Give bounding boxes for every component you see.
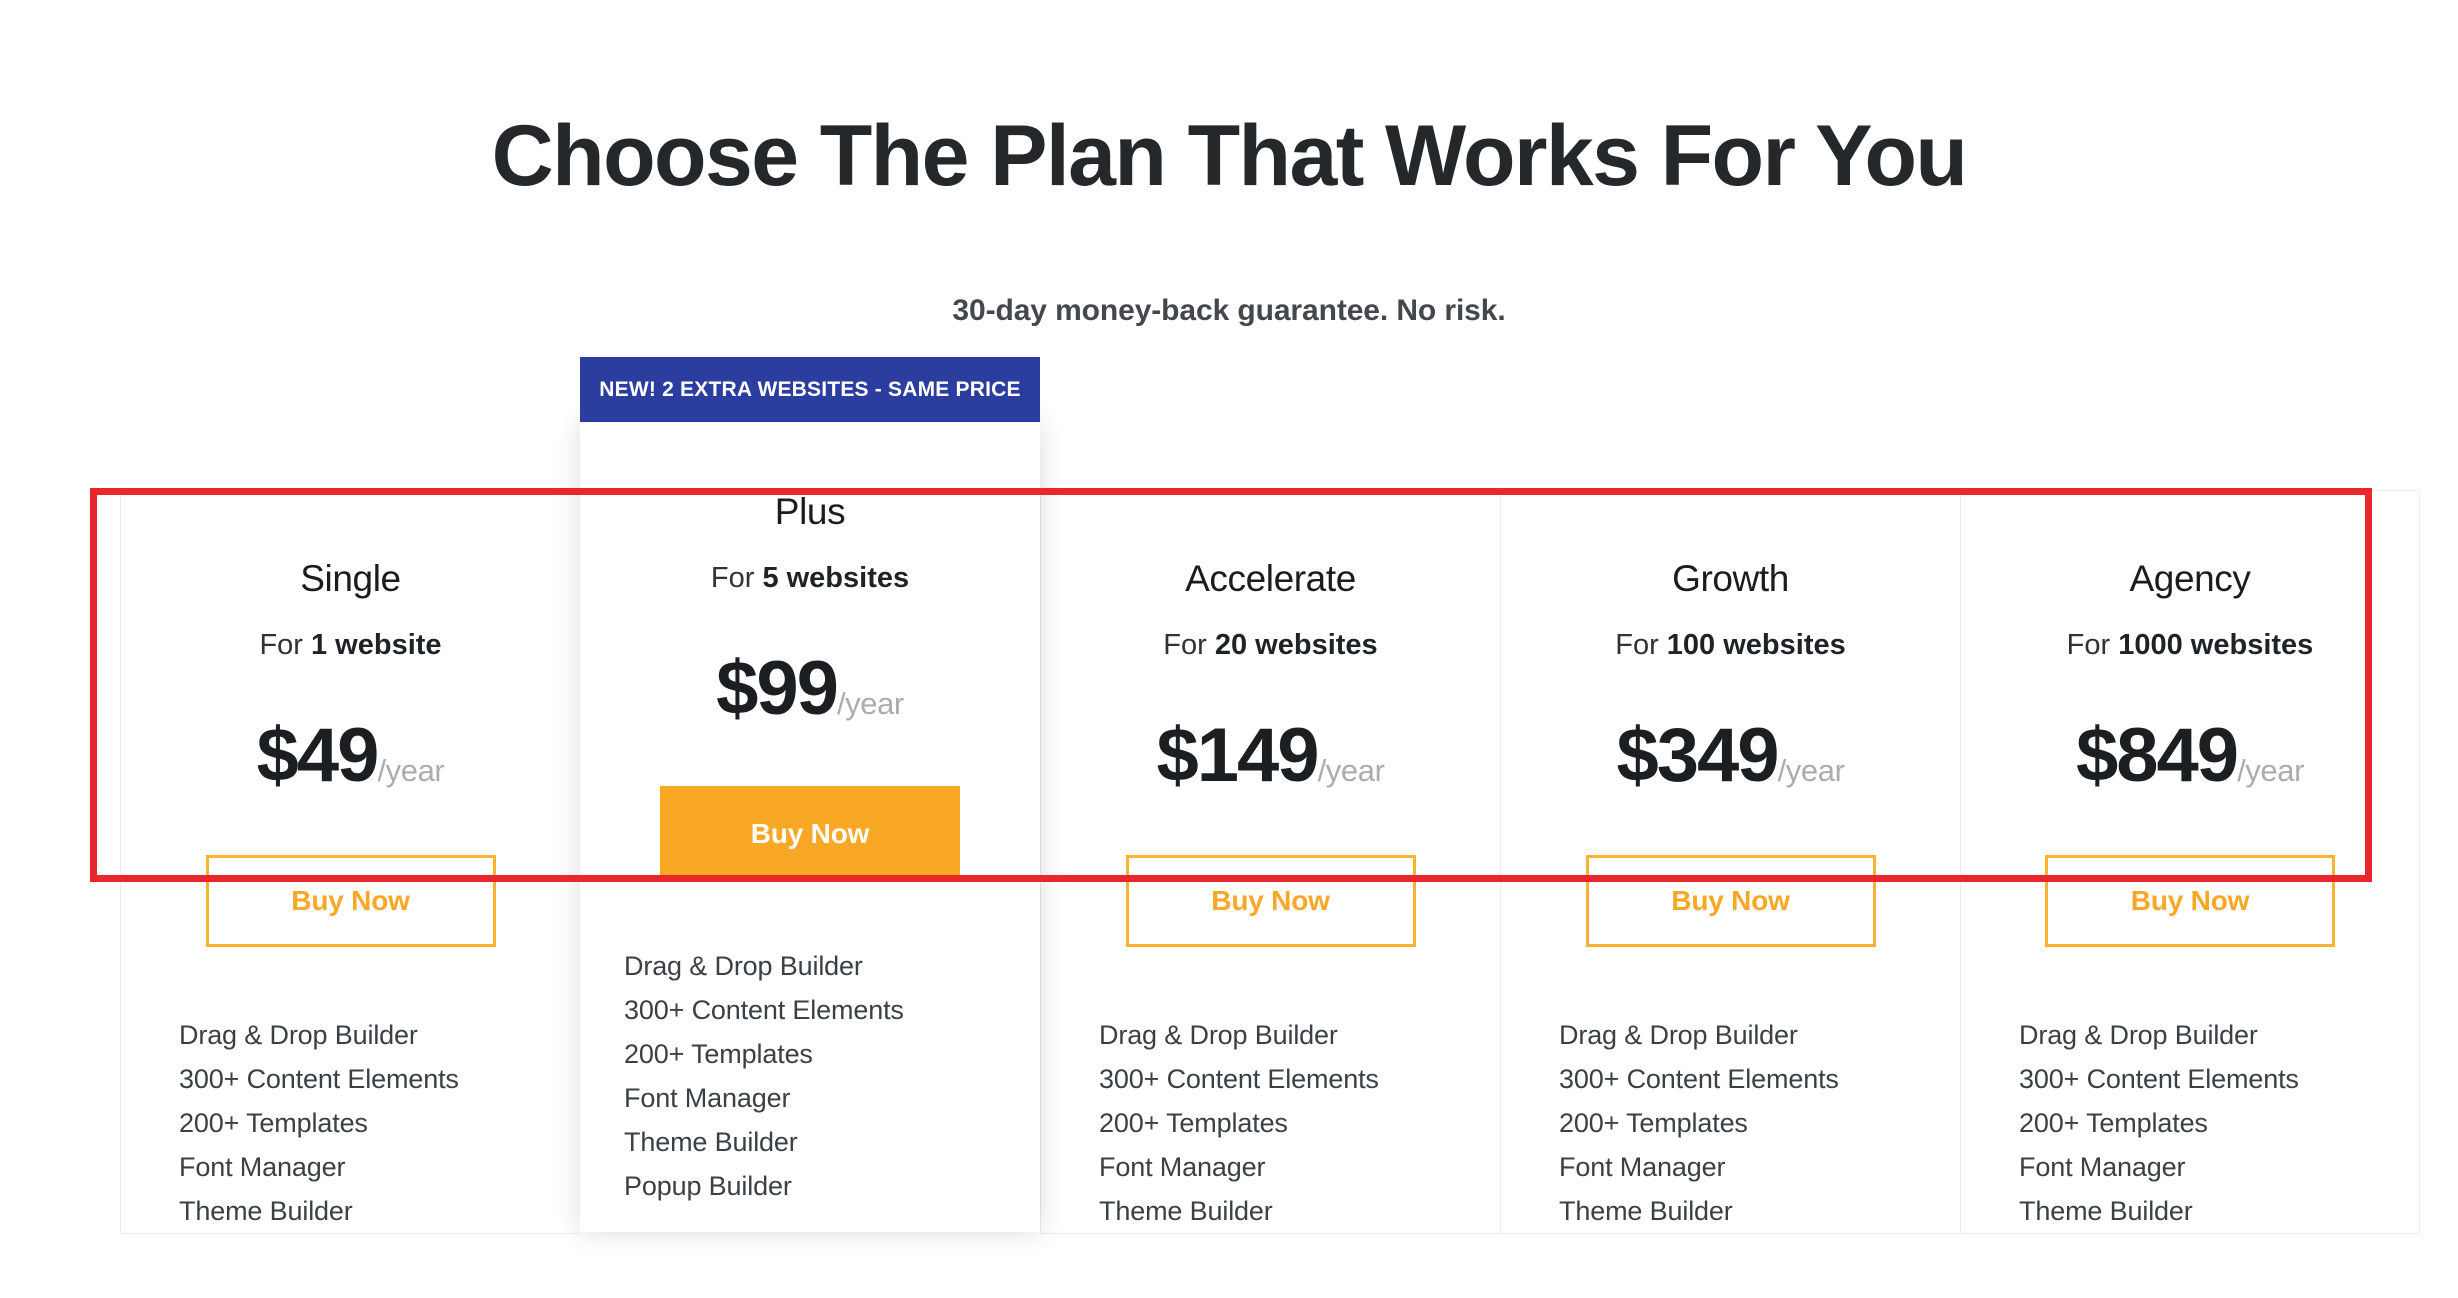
plan-site-count: For 20 websites — [1041, 627, 1500, 663]
plan-card-growth: Growth For 100 websites $349/year Buy Now Dr… — [1500, 490, 1960, 1234]
feature-item: 200+ Templates — [624, 1039, 813, 1069]
feature-item: 300+ Content Elements — [1559, 1064, 1839, 1094]
feature-item: 300+ Content Elements — [2019, 1064, 2299, 1094]
plan-price: $849/year — [1961, 715, 2419, 797]
plan-name: Agency — [2129, 558, 2251, 599]
feature-item: Drag & Drop Builder — [2019, 1020, 2258, 1050]
plan-price: $149/year — [1041, 715, 1500, 797]
plan-card-agency: Agency For 1000 websites $849/year Buy Now D… — [1960, 490, 2420, 1234]
plan-price: $99/year — [580, 648, 1040, 730]
plan-price-period: /year — [1317, 753, 1385, 788]
buy-now-button-growth[interactable]: Buy Now — [1585, 855, 1876, 947]
buy-now-button-plus[interactable]: Buy Now — [660, 786, 960, 882]
buy-now-button-single[interactable]: Buy Now — [205, 855, 496, 947]
plan-price-period: /year — [836, 686, 904, 721]
feature-item: Theme Builder — [1559, 1196, 1733, 1226]
buy-button-wrap: Buy Now — [121, 855, 580, 947]
plan-site-prefix: For — [259, 629, 311, 661]
buy-now-button-accelerate[interactable]: Buy Now — [1125, 855, 1416, 947]
feature-item: Font Manager — [2019, 1152, 2186, 1182]
feature-list: Drag & Drop Builder 300+ Content Elements… — [121, 1013, 580, 1233]
plan-price: $49/year — [121, 715, 580, 797]
plan-name: Growth — [1672, 558, 1789, 599]
feature-item: Popup Builder — [624, 1171, 792, 1201]
feature-item: 200+ Templates — [1559, 1108, 1748, 1138]
header-block: Choose The Plan That Works For You — [0, 108, 2458, 204]
buy-button-wrap: Buy Now — [1961, 855, 2419, 947]
feature-item: Drag & Drop Builder — [624, 951, 863, 981]
feature-item: Theme Builder — [1099, 1196, 1273, 1226]
plan-site-value: 5 websites — [762, 562, 910, 594]
feature-item: 300+ Content Elements — [1099, 1064, 1379, 1094]
buy-button-wrap: Buy Now — [580, 786, 1040, 882]
plan-price-period: /year — [377, 753, 445, 788]
feature-item: Drag & Drop Builder — [179, 1020, 418, 1050]
plan-name: Plus — [774, 491, 846, 532]
plan-price-amount: $49 — [256, 713, 380, 798]
feature-item: 200+ Templates — [1099, 1108, 1288, 1138]
featured-badge: NEW! 2 EXTRA WEBSITES - SAME PRICE — [580, 357, 1040, 422]
plan-site-count: For 5 websites — [580, 560, 1040, 596]
buy-button-wrap: Buy Now — [1041, 855, 1500, 947]
feature-item: 200+ Templates — [2019, 1108, 2208, 1138]
feature-item: Font Manager — [624, 1083, 791, 1113]
feature-list: Drag & Drop Builder 300+ Content Elements… — [1961, 1013, 2419, 1233]
feature-item: 300+ Content Elements — [179, 1064, 459, 1094]
plan-price-period: /year — [1777, 753, 1845, 788]
feature-item: Drag & Drop Builder — [1559, 1020, 1798, 1050]
feature-item: Drag & Drop Builder — [1099, 1020, 1338, 1050]
plan-price-amount: $149 — [1156, 713, 1320, 798]
plan-site-value: 20 websites — [1214, 629, 1378, 661]
plan-name: Accelerate — [1185, 558, 1356, 599]
feature-item: Theme Builder — [624, 1127, 798, 1157]
plan-card-accelerate: Accelerate For 20 websites $149/year Buy No… — [1040, 490, 1500, 1234]
feature-item: Theme Builder — [2019, 1196, 2193, 1226]
pricing-table: Single For 1 website $49/year Buy Now Drag &… — [120, 357, 2420, 1298]
plan-site-count: For 1 website — [121, 627, 580, 663]
page-subtitle: 30-day money-back guarantee. No risk. — [952, 294, 1506, 327]
feature-list: Drag & Drop Builder 300+ Content Elements… — [1501, 1013, 1960, 1233]
plan-site-prefix: For — [1163, 629, 1215, 661]
plan-site-value: 1000 websites — [2118, 629, 2314, 661]
plan-site-count: For 100 websites — [1501, 627, 1960, 663]
feature-list: Drag & Drop Builder 300+ Content Elements… — [580, 944, 1040, 1208]
plan-card-single: Single For 1 website $49/year Buy Now Drag &… — [120, 490, 580, 1234]
feature-item: Font Manager — [1099, 1152, 1266, 1182]
plan-site-prefix: For — [710, 562, 763, 594]
plan-price-amount: $99 — [716, 646, 839, 731]
feature-item: Theme Builder — [179, 1196, 353, 1226]
feature-item: 200+ Templates — [179, 1108, 368, 1138]
plan-price-period: /year — [2237, 753, 2304, 788]
plan-card-list: Single For 1 website $49/year Buy Now Drag &… — [120, 357, 2420, 1234]
plan-name: Single — [300, 558, 401, 599]
pricing-page: Choose The Plan That Works For You 30-da… — [0, 0, 2458, 1298]
feature-list: Drag & Drop Builder 300+ Content Elements… — [1041, 1013, 1500, 1233]
buy-button-wrap: Buy Now — [1501, 855, 1960, 947]
feature-item: Font Manager — [1559, 1152, 1726, 1182]
plan-site-prefix: For — [2066, 629, 2119, 661]
page-title: Choose The Plan That Works For You — [491, 108, 1968, 204]
plan-price-amount: $349 — [1616, 713, 1780, 798]
buy-now-button-agency[interactable]: Buy Now — [2045, 855, 2335, 947]
feature-item: 300+ Content Elements — [624, 995, 904, 1025]
feature-item: Font Manager — [179, 1152, 346, 1182]
plan-price: $349/year — [1501, 715, 1960, 797]
plan-site-prefix: For — [1615, 629, 1667, 661]
plan-site-count: For 1000 websites — [1961, 627, 2419, 663]
plan-card-plus: NEW! 2 EXTRA WEBSITES - SAME PRICE Plus Fo… — [580, 357, 1040, 1232]
plan-site-value: 100 websites — [1666, 629, 1846, 661]
plan-site-value: 1 website — [311, 629, 442, 661]
plan-price-amount: $849 — [2076, 713, 2239, 798]
